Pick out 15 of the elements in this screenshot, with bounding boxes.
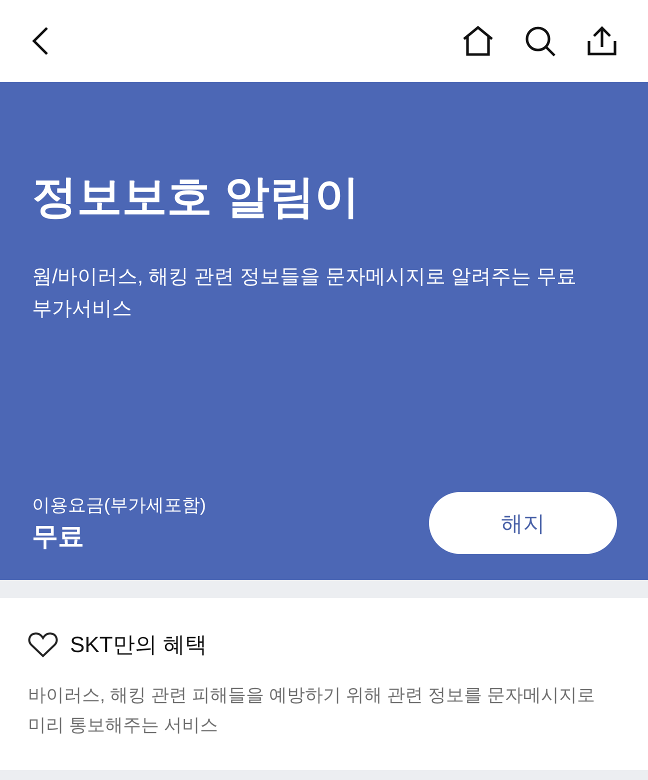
service-title: 정보보호 알림이 [32,174,360,219]
benefit-description: 바이러스, 해킹 관련 피해들을 예방하기 위해 관련 정보를 문자메시지로 미리 통보해주는 서비스 [28,684,596,737]
heart-icon [28,632,58,658]
fee-value: 무료 [32,520,85,553]
home-button[interactable] [462,25,494,57]
home-icon [462,26,494,56]
back-icon [31,26,49,56]
cancel-subscription-button[interactable]: 해지 [429,492,617,554]
benefit-title: SKT만의 혜택 [70,631,207,659]
search-button[interactable] [524,25,556,57]
service-description: 웜/바이러스, 해킹 관련 정보들을 문자메시지로 알려주는 무료 부가서비스 [32,265,578,322]
search-icon [524,26,556,56]
share-icon [587,26,617,56]
fee-label: 이용요금(부가세포함) [32,494,206,517]
share-button[interactable] [586,25,618,57]
